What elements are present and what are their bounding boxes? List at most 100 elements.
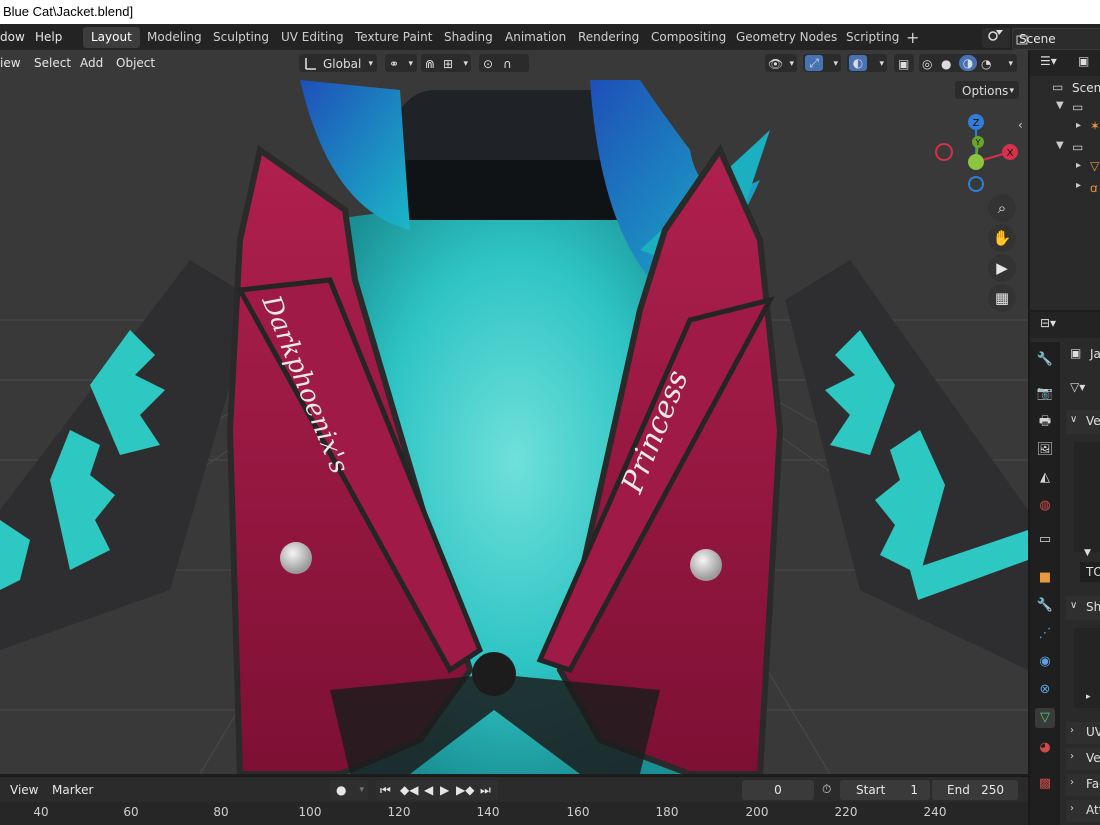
overlays-button[interactable]: ◐ ▾ bbox=[846, 53, 888, 73]
help-menu[interactable]: Help bbox=[35, 24, 62, 50]
select-menu[interactable]: Select bbox=[34, 50, 71, 76]
display-mode-icon[interactable]: ▣ bbox=[1078, 54, 1089, 68]
frame-tick: 140 bbox=[476, 805, 500, 819]
editor-type-icon[interactable]: ☰▾ bbox=[1040, 54, 1057, 68]
render-tab-icon[interactable]: 📷 bbox=[1035, 384, 1055, 404]
object-name-field[interactable]: Ja bbox=[1090, 347, 1100, 361]
expand-arrow-icon[interactable]: ▸ bbox=[1076, 160, 1081, 171]
wireframe-shading-icon[interactable]: ◎ bbox=[922, 54, 932, 74]
play-icon[interactable]: ▶ bbox=[440, 780, 449, 800]
zoom-icon[interactable]: ⌕ bbox=[988, 194, 1016, 222]
add-workspace-button[interactable]: + bbox=[898, 27, 927, 48]
current-frame-field[interactable]: 0 bbox=[742, 780, 814, 800]
section-vertex-groups[interactable]: ∨ Ve bbox=[1066, 410, 1100, 434]
section-face-maps[interactable]: › Fac bbox=[1066, 774, 1100, 796]
keyframe-record-button[interactable]: ● ▾ bbox=[330, 780, 368, 800]
timeline-view-menu[interactable]: View bbox=[10, 777, 38, 803]
properties-panel[interactable]: ⊟▾ 🔧 📷 🖶 🖼 ◭ ◍ ▭ ■ 🔧 ⋰ ◉ ⊗ ▽ ◕ ▩ ▣ Ja ▽▾… bbox=[1028, 312, 1100, 825]
expand-arrow-icon[interactable]: ▸ bbox=[1076, 180, 1081, 191]
view-menu[interactable]: iew bbox=[0, 50, 21, 76]
section-vertex-colors[interactable]: › Ve bbox=[1066, 748, 1100, 770]
constraints-tab-icon[interactable]: ⊗ bbox=[1035, 680, 1055, 700]
end-frame-field[interactable]: End 250 bbox=[932, 780, 1018, 800]
outliner-row-scene[interactable]: ▭ Scene bbox=[1030, 78, 1100, 98]
tab-compositing[interactable]: Compositing bbox=[643, 27, 734, 48]
jump-end-icon[interactable]: ⏭ bbox=[480, 780, 491, 800]
tab-animation[interactable]: Animation bbox=[497, 27, 574, 48]
expand-arrow-icon[interactable]: ▼ bbox=[1084, 548, 1091, 558]
collection-tab-icon[interactable]: ▭ bbox=[1035, 530, 1055, 550]
pivot-point-button[interactable]: ⚭ ▾ bbox=[384, 53, 418, 73]
world-tab-icon[interactable]: ◍ bbox=[1035, 496, 1055, 516]
texture-tab-icon[interactable]: ▩ bbox=[1035, 774, 1055, 794]
proportional-editing-button[interactable]: ⊙ ∩ bbox=[478, 53, 530, 73]
expand-arrow-icon[interactable]: ▸ bbox=[1076, 120, 1081, 131]
visibility-button[interactable]: 👁 ▾ bbox=[764, 53, 798, 73]
chevron-left-icon[interactable]: ‹ bbox=[1018, 118, 1023, 132]
material-tab-icon[interactable]: ◕ bbox=[1035, 738, 1055, 758]
camera-icon[interactable]: ▶ bbox=[988, 254, 1016, 282]
expand-arrow-icon[interactable]: ▼ bbox=[1056, 140, 1064, 151]
outliner-row-child[interactable]: ▸ ✶ bbox=[1030, 118, 1100, 138]
viewport-scene[interactable]: Darkphoenix's Princess bbox=[0, 50, 1028, 774]
navigation-gizmo[interactable]: Z Y X bbox=[926, 110, 1026, 210]
scene-selector-icon[interactable] bbox=[982, 28, 1010, 48]
window-menu[interactable]: dow bbox=[0, 24, 25, 50]
vertex-group-list[interactable] bbox=[1074, 442, 1100, 552]
add-menu[interactable]: Add bbox=[80, 50, 103, 76]
tab-shading[interactable]: Shading bbox=[436, 27, 501, 48]
tool-tab-icon[interactable]: 🔧 bbox=[1035, 350, 1055, 370]
object-menu[interactable]: Object bbox=[116, 50, 155, 76]
outliner-row-collection-2[interactable]: ▼ ▭ bbox=[1030, 138, 1100, 158]
xray-button[interactable]: ▣ bbox=[893, 53, 915, 73]
object-tab-icon[interactable]: ■ bbox=[1035, 568, 1055, 588]
physics-tab-icon[interactable]: ◉ bbox=[1035, 652, 1055, 672]
modifier-tab-icon[interactable]: 🔧 bbox=[1035, 596, 1055, 616]
output-tab-icon[interactable]: 🖶 bbox=[1035, 412, 1055, 432]
expand-arrow-icon[interactable]: ▼ bbox=[1056, 100, 1064, 111]
expand-arrow-icon[interactable]: ▸ bbox=[1086, 692, 1091, 702]
start-frame-field[interactable]: Start 1 bbox=[840, 780, 930, 800]
tab-geometry-nodes[interactable]: Geometry Nodes bbox=[728, 27, 845, 48]
gizmo-x-label: X bbox=[1007, 148, 1014, 159]
outliner-row-armature[interactable]: ▸ ꭤ bbox=[1030, 178, 1100, 198]
tab-layout[interactable]: Layout bbox=[83, 27, 140, 48]
solid-shading-icon[interactable]: ● bbox=[941, 54, 951, 74]
previous-keyframe-icon[interactable]: ◆◀ bbox=[400, 780, 418, 800]
timeline-ruler[interactable]: 40 60 80 100 120 140 160 180 200 220 240 bbox=[0, 802, 1028, 825]
outliner-panel[interactable]: ☰▾ ▣ ▭ Scene ▼ ▭ ▸ ✶ ▼ ▭ ▸ ▽ ▸ ꭤ bbox=[1028, 50, 1100, 310]
timeline-marker-menu[interactable]: Marker bbox=[52, 777, 93, 803]
outliner-row-mesh[interactable]: ▸ ▽ bbox=[1030, 158, 1100, 178]
3d-viewport[interactable]: Darkphoenix's Princess iew Select Add Ob… bbox=[0, 50, 1028, 774]
snap-button[interactable]: ⋒ ⊞ ▾ bbox=[420, 53, 472, 73]
options-dropdown[interactable]: Options ▾ bbox=[954, 80, 1020, 100]
pan-hand-icon[interactable]: ✋ bbox=[988, 224, 1016, 252]
group-name-field[interactable]: TO bbox=[1080, 562, 1100, 582]
section-attributes[interactable]: › Att bbox=[1066, 800, 1100, 822]
section-uv-maps[interactable]: › UV bbox=[1066, 722, 1100, 744]
tab-uv-editing[interactable]: UV Editing bbox=[273, 27, 352, 48]
section-shape-keys[interactable]: ∨ Sh bbox=[1066, 596, 1100, 620]
scene-name-field[interactable]: Scene bbox=[1012, 28, 1100, 50]
orientation-dropdown[interactable]: Global ▾ bbox=[298, 53, 378, 73]
tab-sculpting[interactable]: Sculpting bbox=[205, 27, 277, 48]
gizmo-toggle-button[interactable]: ⤢ ▾ bbox=[802, 53, 842, 73]
tab-scripting[interactable]: Scripting bbox=[838, 27, 907, 48]
rendered-shading-icon[interactable]: ◔ bbox=[981, 54, 991, 74]
editor-type-icon[interactable]: ⊟▾ bbox=[1040, 316, 1056, 330]
scene-tab-icon[interactable]: ◭ bbox=[1035, 468, 1055, 488]
perspective-grid-icon[interactable]: ▦ bbox=[988, 284, 1016, 312]
view-layer-tab-icon[interactable]: 🖼 bbox=[1035, 440, 1055, 460]
tab-texture-paint[interactable]: Texture Paint bbox=[347, 27, 440, 48]
stopwatch-icon[interactable]: ⏱ bbox=[822, 782, 831, 797]
tab-rendering[interactable]: Rendering bbox=[570, 27, 647, 48]
play-reverse-icon[interactable]: ◀ bbox=[424, 780, 433, 800]
mesh-data-icon[interactable]: ▽▾ bbox=[1070, 380, 1085, 394]
outliner-row-collection[interactable]: ▼ ▭ bbox=[1030, 98, 1100, 118]
particles-tab-icon[interactable]: ⋰ bbox=[1035, 624, 1055, 644]
next-keyframe-icon[interactable]: ▶◆ bbox=[456, 780, 474, 800]
material-preview-icon[interactable]: ◑ bbox=[959, 55, 977, 71]
jump-start-icon[interactable]: ⏮ bbox=[380, 780, 391, 800]
data-tab-icon[interactable]: ▽ bbox=[1035, 708, 1055, 728]
tab-modeling[interactable]: Modeling bbox=[139, 27, 210, 48]
